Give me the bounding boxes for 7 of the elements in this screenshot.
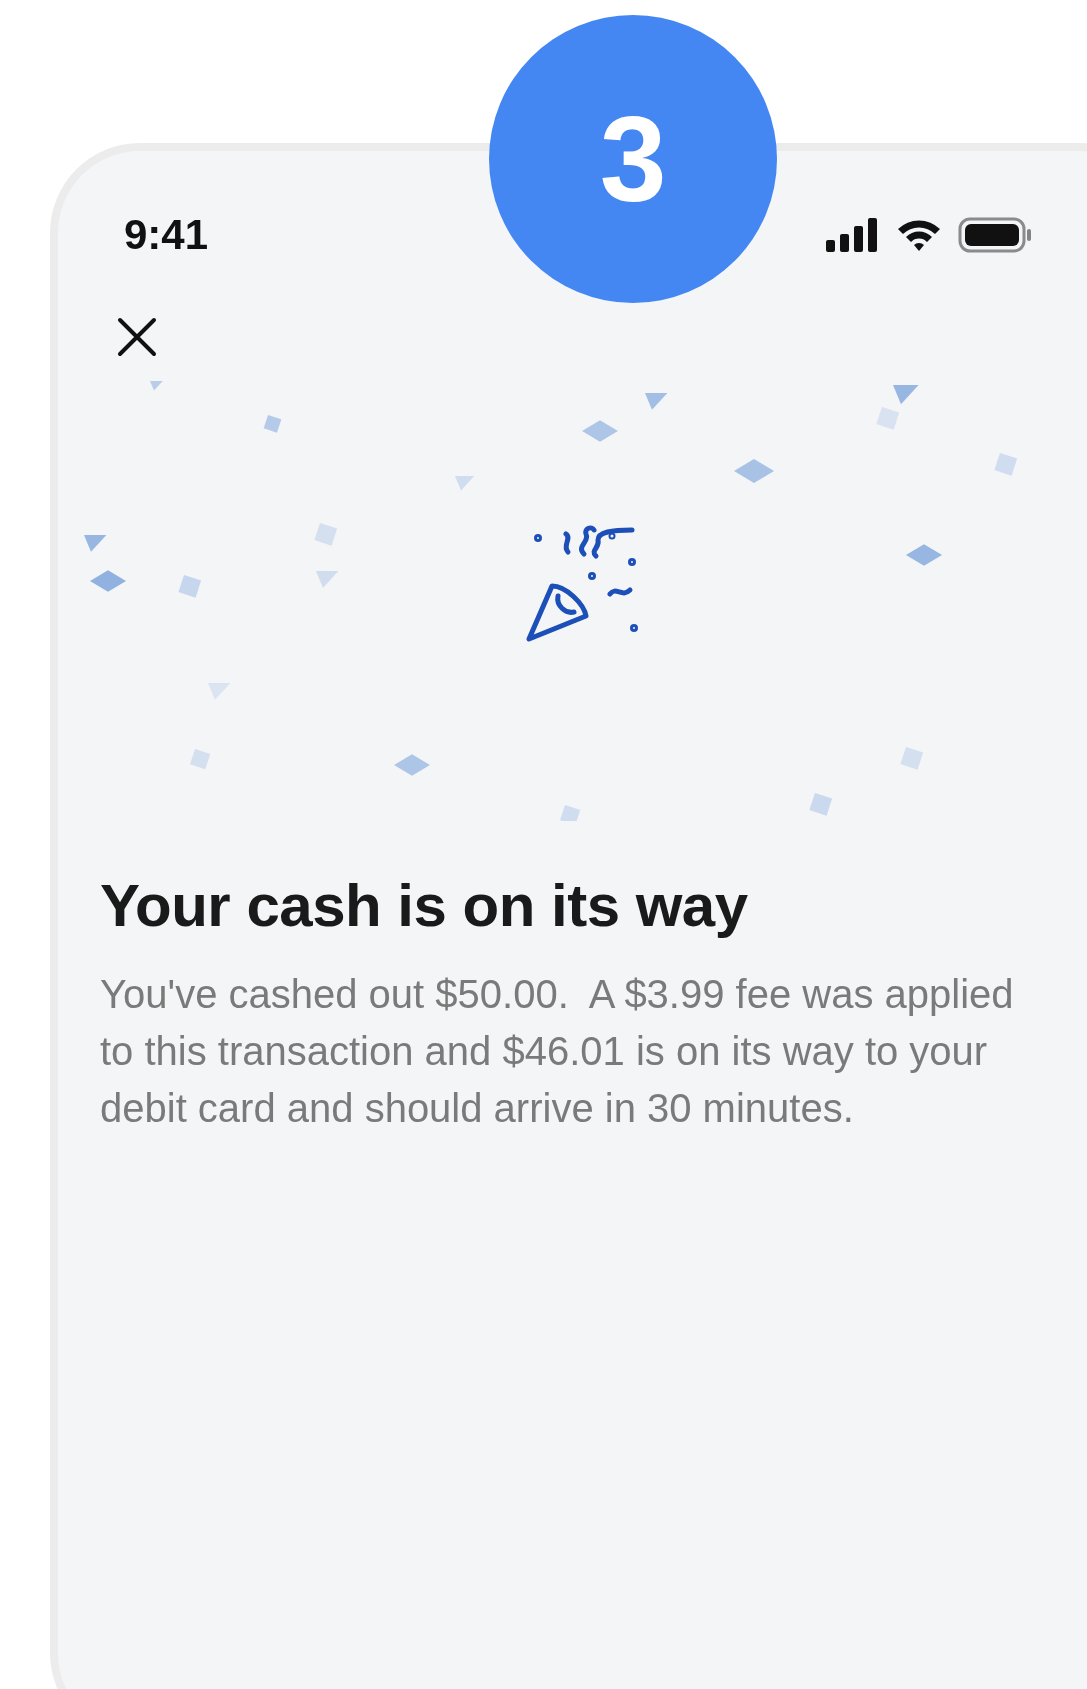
- step-badge: 3: [489, 15, 777, 303]
- signal-icon: [826, 218, 880, 252]
- status-time: 9:41: [124, 211, 209, 259]
- battery-icon: [958, 217, 1032, 253]
- wifi-icon: [896, 218, 942, 252]
- heading: Your cash is on its way: [100, 871, 749, 940]
- message-text: You've cashed out $50.00. A $3.99 fee was applied to this transaction and $46.01 is on its way to your debit card and should arrive in 30 minutes.: [100, 971, 1015, 1132]
